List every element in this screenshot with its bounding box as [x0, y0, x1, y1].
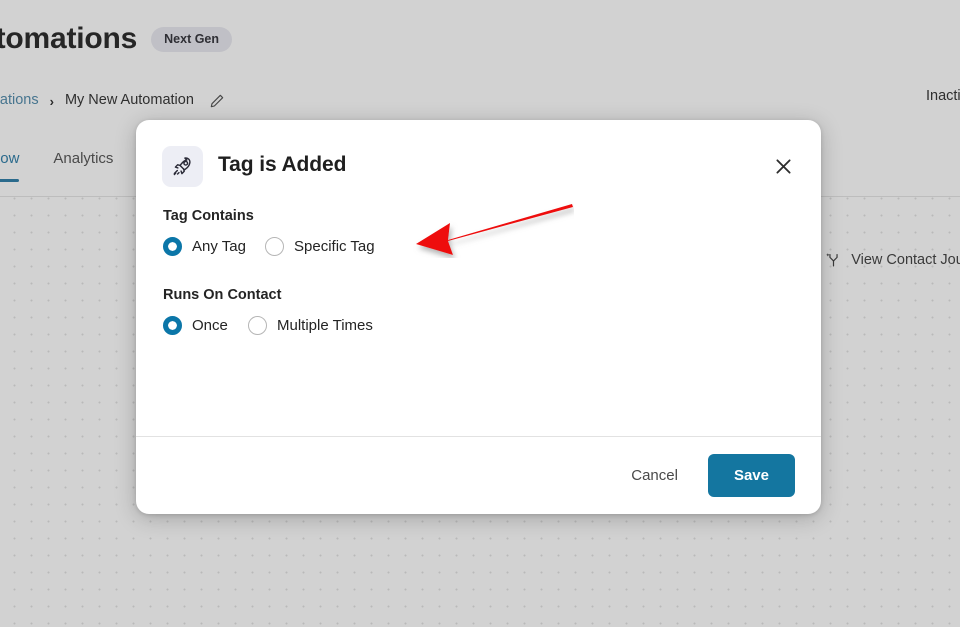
close-button[interactable]: [766, 149, 800, 183]
page-tabs: Workflow Analytics: [0, 150, 113, 182]
tag-is-added-dialog: Tag is Added Tag Contains Any Tag Specif…: [136, 120, 821, 514]
radio-label-specific-tag: Specific Tag: [294, 238, 375, 255]
page-title: Automations: [0, 22, 138, 55]
radio-indicator-once: [163, 316, 182, 335]
journey-branch-icon: [825, 251, 842, 268]
dialog-footer: Cancel Save: [136, 436, 821, 514]
view-contact-journey-label: View Contact Journey: [851, 251, 960, 268]
rocket-icon: [171, 155, 194, 178]
page-header: Automations Next Gen Automations › My Ne…: [0, 0, 960, 197]
dialog-body: Tag Contains Any Tag Specific Tag Runs O…: [136, 208, 821, 335]
radio-group-runs-on-contact: Once Multiple Times: [163, 316, 821, 335]
automations-page: View Contact Journey Automations Next Ge…: [0, 0, 960, 627]
tab-workflow[interactable]: Workflow: [0, 150, 20, 182]
close-icon: [773, 156, 794, 177]
title-row: Automations Next Gen: [0, 22, 233, 56]
radio-label-any-tag: Any Tag: [192, 238, 246, 255]
radio-option-multiple-times[interactable]: Multiple Times: [248, 316, 373, 335]
pencil-icon[interactable]: [209, 93, 225, 109]
field-label-runs-on-contact: Runs On Contact: [163, 287, 282, 303]
status-badge[interactable]: Inactive: [926, 88, 960, 104]
radio-indicator-any-tag: [163, 237, 182, 256]
save-button[interactable]: Save: [707, 454, 795, 497]
field-label-tag-contains: Tag Contains: [163, 208, 254, 224]
next-gen-badge: Next Gen: [151, 26, 233, 52]
field-tag-contains: Tag Contains Any Tag Specific Tag: [163, 208, 821, 256]
radio-label-multiple-times: Multiple Times: [277, 317, 373, 334]
view-contact-journey-link[interactable]: View Contact Journey: [825, 251, 960, 268]
breadcrumb-current: My New Automation: [64, 92, 194, 108]
field-runs-on-contact: Runs On Contact Once Multiple Times: [163, 287, 821, 335]
dialog-header: Tag is Added: [136, 120, 821, 208]
radio-indicator-specific-tag: [265, 237, 284, 256]
radio-label-once: Once: [192, 317, 228, 334]
breadcrumb-separator-icon: ›: [49, 93, 54, 109]
radio-indicator-multiple-times: [248, 316, 267, 335]
cancel-button[interactable]: Cancel: [627, 459, 682, 492]
breadcrumb: Automations › My New Automation: [0, 92, 225, 109]
radio-option-specific-tag[interactable]: Specific Tag: [265, 237, 375, 256]
dialog-title: Tag is Added: [218, 153, 347, 176]
radio-group-tag-contains: Any Tag Specific Tag: [163, 237, 821, 256]
radio-option-any-tag[interactable]: Any Tag: [163, 237, 265, 256]
tab-analytics[interactable]: Analytics: [53, 150, 113, 182]
rocket-icon-container: [162, 146, 203, 187]
radio-option-once[interactable]: Once: [163, 316, 248, 335]
breadcrumb-parent-link[interactable]: Automations: [0, 92, 39, 108]
